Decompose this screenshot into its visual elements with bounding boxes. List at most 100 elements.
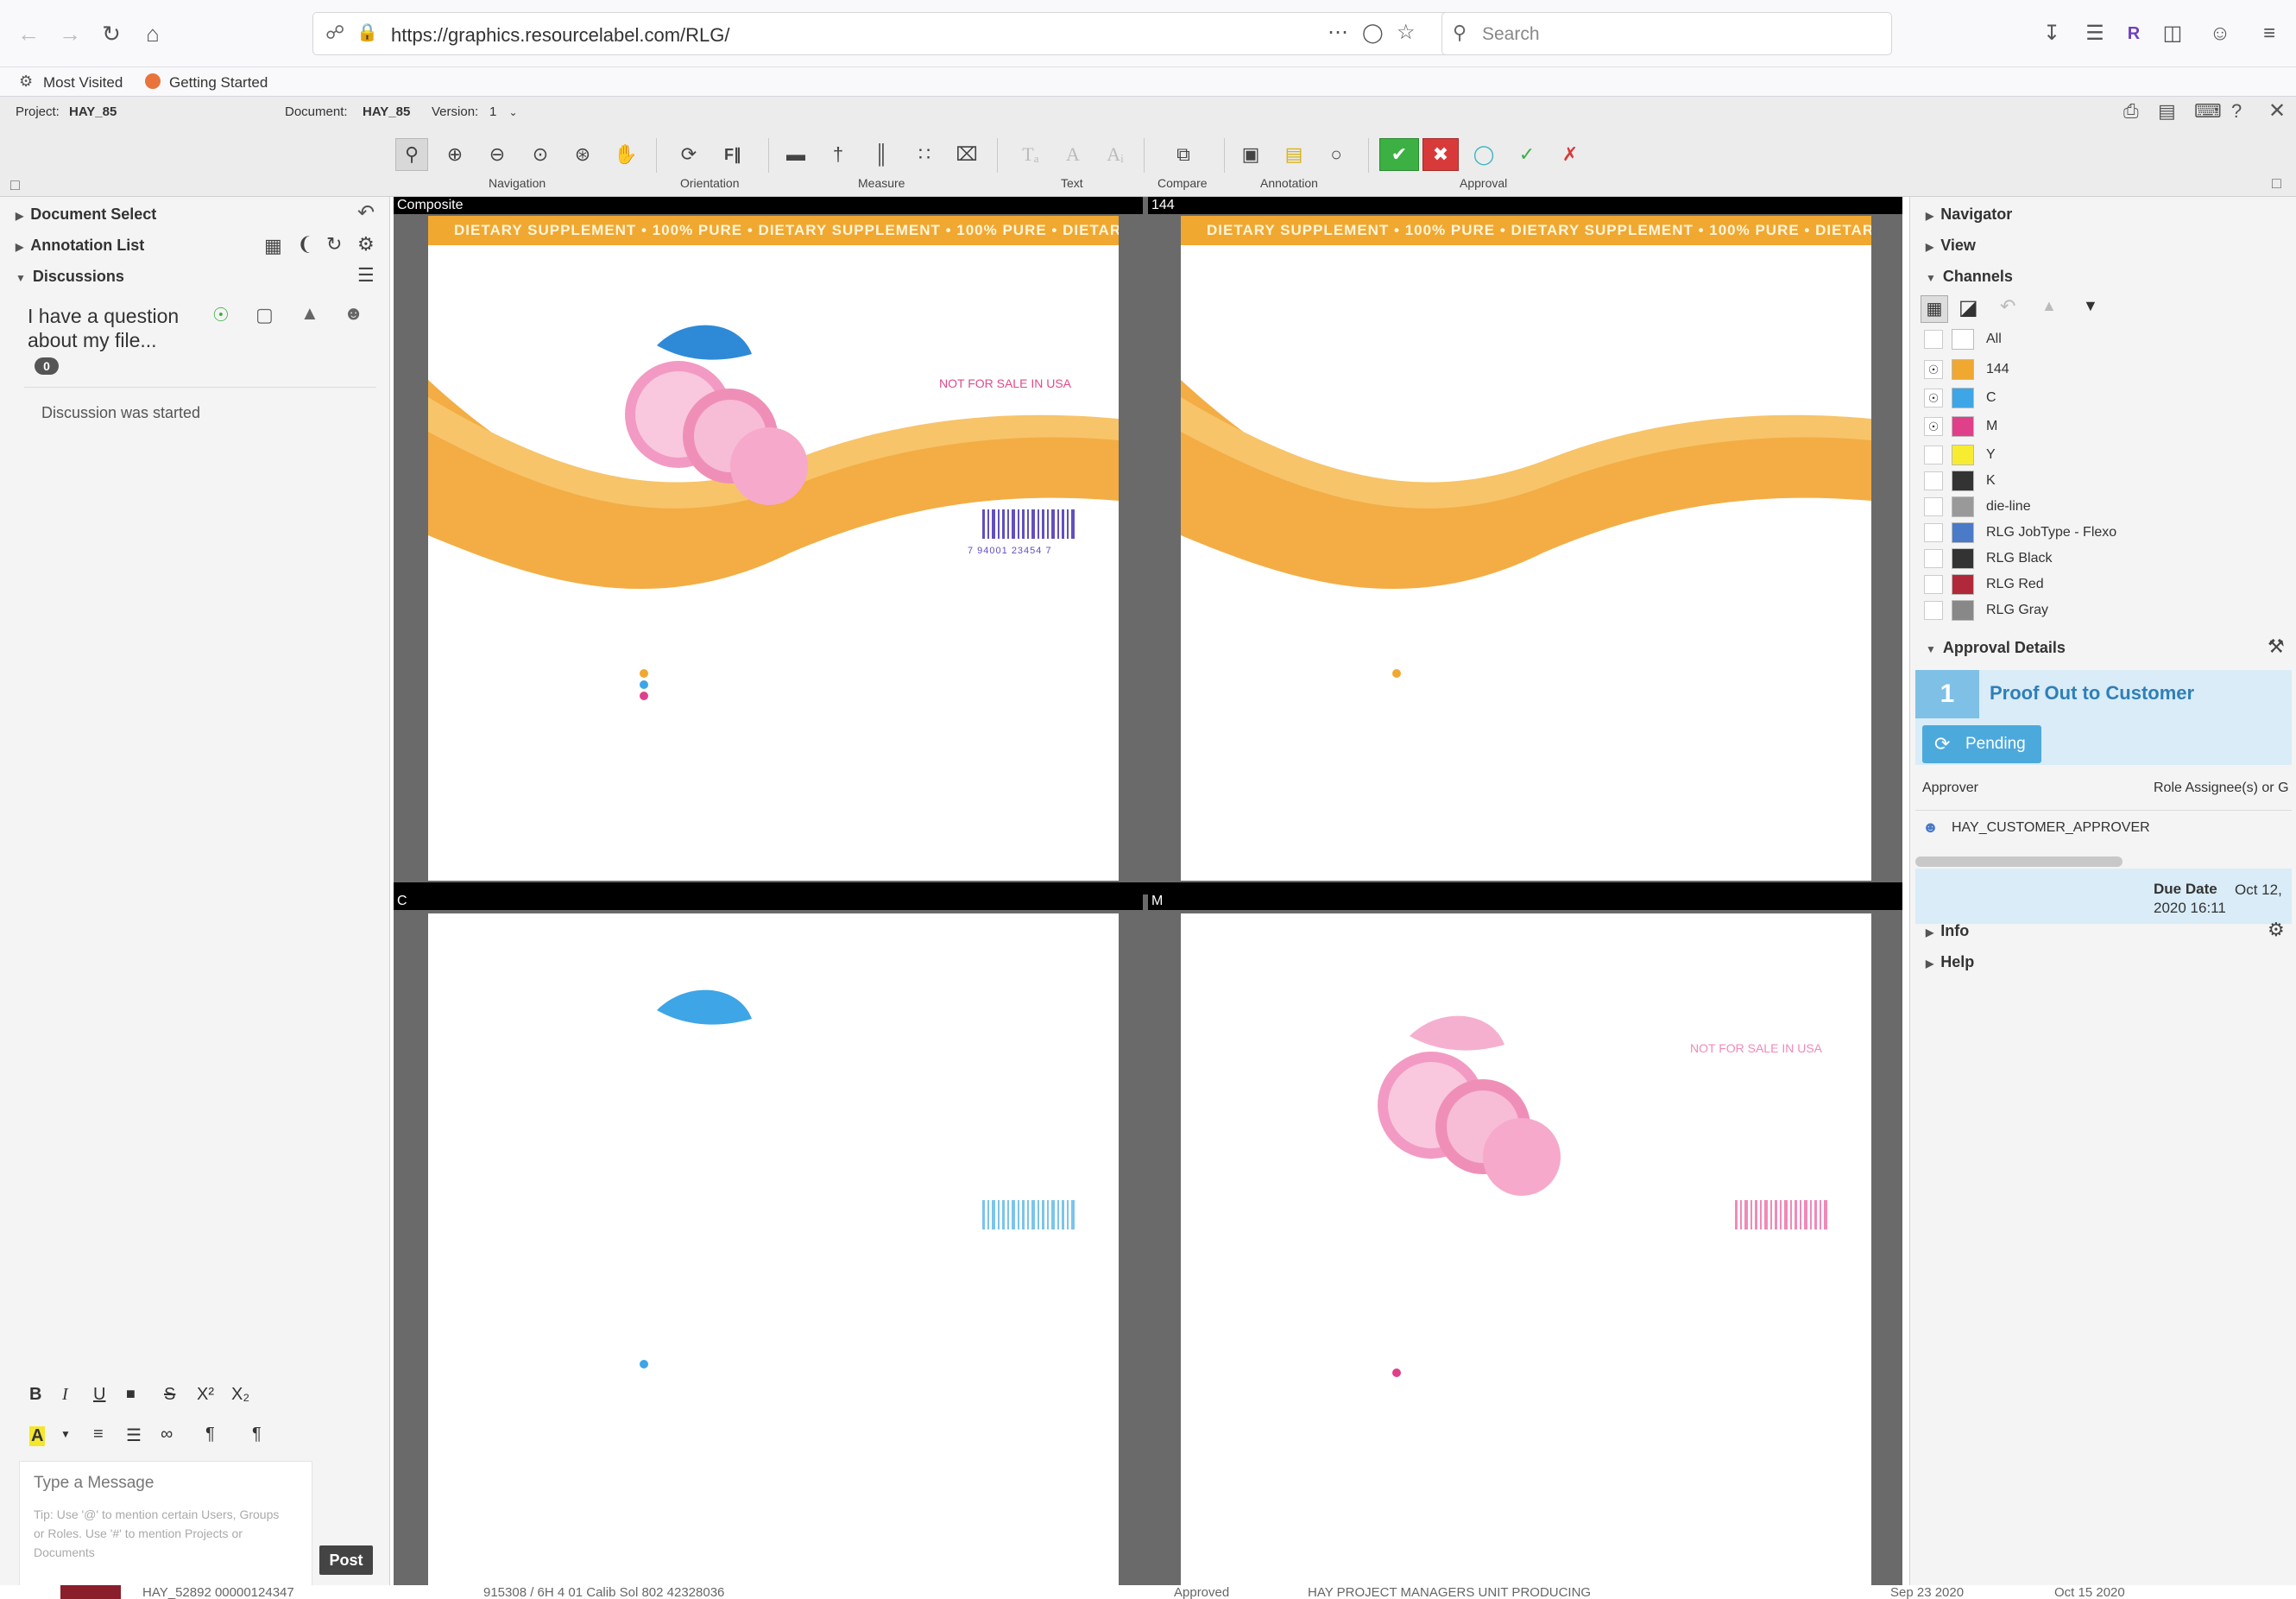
numbered-list-icon[interactable]: ☰ (126, 1425, 142, 1446)
menu-icon[interactable]: ≡ (2255, 19, 2284, 48)
download-icon[interactable]: ↧ (2037, 19, 2066, 48)
select-zoom-icon[interactable]: ⚲ (395, 138, 428, 171)
library-icon[interactable]: ☰ (2080, 19, 2110, 48)
unlock-icon[interactable]: ▢ (255, 304, 274, 326)
visibility-toggle[interactable] (1924, 497, 1943, 516)
pan-hand-icon[interactable]: ✋ (609, 138, 642, 171)
reload-icon[interactable]: ↻ (95, 17, 128, 50)
reject-all-x-icon[interactable]: ✗ (1554, 138, 1586, 171)
link-icon[interactable]: ∞ (161, 1425, 173, 1444)
discussion-title[interactable]: I have a question about my file... (28, 304, 200, 352)
section-help[interactable]: ▶ Help (1926, 953, 1974, 971)
document-viewer[interactable]: Composite 144 C M DIETARY SUPPLEMENT • 1… (394, 197, 1902, 1599)
channel-row-m[interactable]: ☉ M (1921, 414, 2292, 439)
comment-bubble-icon[interactable]: ○ (1320, 138, 1353, 171)
zoom-out-icon[interactable]: ⊖ (481, 138, 514, 171)
annotation-filter-icon[interactable]: ❨ (297, 233, 312, 256)
strikethrough-icon[interactable]: S (164, 1385, 175, 1405)
move-down-icon[interactable]: ▼ (2083, 297, 2098, 315)
italic-icon[interactable]: I (62, 1385, 68, 1405)
version-select[interactable]: 1 ⌄ (489, 104, 518, 119)
undo-icon[interactable]: ↶ (357, 200, 375, 225)
channel-row-k[interactable]: K (1921, 468, 2292, 494)
approve-all-check-icon[interactable]: ✓ (1511, 138, 1543, 171)
post-button[interactable]: Post (319, 1545, 373, 1575)
channel-row-rlg-red[interactable]: RLG Red (1921, 572, 2292, 597)
visibility-toggle[interactable] (1924, 471, 1943, 490)
extension-r-icon[interactable]: R (2119, 19, 2148, 48)
barcode-icon[interactable]: ║ (865, 138, 898, 171)
zoom-actual-icon[interactable]: ⊛ (566, 138, 599, 171)
text-color-icon[interactable]: A (29, 1426, 46, 1446)
forward-icon[interactable]: → (54, 17, 86, 50)
visibility-toggle[interactable] (1924, 575, 1943, 594)
channel-row-rlg-gray[interactable]: RLG Gray (1921, 597, 2292, 623)
keyboard-icon[interactable]: ⌨ (2194, 100, 2222, 123)
paragraph-rtl-icon[interactable]: ¶ (252, 1425, 262, 1444)
eye-icon[interactable]: ☉ (1924, 389, 1943, 408)
eye-icon[interactable]: ☉ (212, 304, 230, 326)
bookmark-most-visited[interactable]: Most Visited (43, 74, 123, 92)
approve-comment-icon[interactable]: ◯ (1467, 138, 1500, 171)
visibility-toggle[interactable] (1924, 523, 1943, 542)
undo-channel-icon[interactable]: ↶ (2000, 295, 2015, 318)
sticky-note-icon[interactable]: ▤ (1277, 138, 1310, 171)
superscript-icon[interactable]: X² (197, 1385, 214, 1405)
move-up-icon[interactable]: ▲ (2041, 297, 2057, 315)
chevron-down-icon[interactable]: ▼ (60, 1428, 71, 1440)
sidebar-icon[interactable]: ◫ (2158, 19, 2187, 48)
eye-icon[interactable]: ☉ (1924, 417, 1943, 436)
reject-x-icon[interactable]: ✖ (1422, 138, 1459, 171)
section-approval-details[interactable]: ▼ Approval Details (1926, 639, 2066, 657)
ruler-icon[interactable]: ▬ (779, 138, 812, 171)
left-panel-toggle-icon[interactable]: □ (10, 176, 20, 194)
back-icon[interactable]: ← (12, 17, 45, 50)
flip-icon[interactable]: F∥ (716, 138, 749, 171)
account-icon[interactable]: ☺ (2205, 19, 2235, 48)
text-font-icon[interactable]: A (1057, 138, 1089, 171)
right-panel-toggle-icon[interactable]: □ (2272, 174, 2281, 193)
settings-gear-icon[interactable]: ⚙ (357, 233, 375, 256)
channel-row-c[interactable]: ☉ C (1921, 385, 2292, 411)
section-navigator[interactable]: ▶ Navigator (1926, 205, 2012, 224)
grid-dots-icon[interactable]: ∷ (908, 138, 941, 171)
eye-icon[interactable]: ☉ (1924, 360, 1943, 379)
visibility-toggle[interactable] (1924, 330, 1943, 349)
section-channels[interactable]: ▼ Channels (1926, 268, 2013, 286)
channel-row-rlg-black[interactable]: RLG Black (1921, 546, 2292, 572)
horizontal-scrollbar[interactable] (1915, 856, 2123, 867)
compare-icon[interactable]: ⧉ (1167, 138, 1200, 171)
participants-icon[interactable]: ☻ (344, 302, 363, 325)
zoom-in-icon[interactable]: ⊕ (438, 138, 471, 171)
bookmark-getting-started[interactable]: Getting Started (169, 74, 268, 92)
subscript-icon[interactable]: X₂ (231, 1385, 249, 1405)
annotation-shape-icon[interactable]: ▣ (1234, 138, 1267, 171)
settings-gear-icon[interactable]: ⚙ (2268, 919, 2285, 941)
url-bar[interactable]: ☍ 🔒 https://graphics.resourcelabel.com/R… (312, 12, 1473, 55)
text-select-icon[interactable]: Tₐ (1014, 138, 1047, 171)
pending-status-button[interactable]: ⟳ Pending (1922, 725, 2041, 763)
underline-icon[interactable]: U (93, 1385, 105, 1405)
section-info[interactable]: ▶ Info (1926, 922, 1969, 940)
channel-row-144[interactable]: ☉ 144 (1921, 357, 2292, 382)
measure-x-icon[interactable]: ⌧ (950, 138, 983, 171)
section-document-select[interactable]: ▶ Document Select (16, 205, 156, 224)
grid-view-icon[interactable]: ▦ (1921, 295, 1948, 323)
annotation-calendar-icon[interactable]: ▦ (264, 235, 282, 257)
channel-row-all[interactable]: All (1921, 326, 2292, 352)
rotate-icon[interactable]: ⟳ (672, 138, 705, 171)
visibility-toggle[interactable] (1924, 601, 1943, 620)
browser-search-bar[interactable]: ⚲ Search (1441, 12, 1892, 55)
layout-icon[interactable]: ▤ (2158, 100, 2176, 123)
trash-icon[interactable]: ▲ (300, 302, 319, 325)
bullet-list-icon[interactable]: ≡ (93, 1425, 104, 1444)
eraser-icon[interactable]: ■ (126, 1385, 136, 1403)
visibility-toggle[interactable] (1924, 549, 1943, 568)
visibility-toggle[interactable] (1924, 446, 1943, 465)
zoom-fit-icon[interactable]: ⊙ (524, 138, 557, 171)
channel-row-jobtype[interactable]: RLG JobType - Flexo (1921, 520, 2292, 546)
close-icon[interactable]: ✕ (2268, 98, 2286, 123)
wrench-icon[interactable]: ⚒ (2268, 635, 2285, 658)
bold-icon[interactable]: B (29, 1385, 41, 1405)
list-view-icon[interactable]: ☰ (357, 264, 375, 287)
